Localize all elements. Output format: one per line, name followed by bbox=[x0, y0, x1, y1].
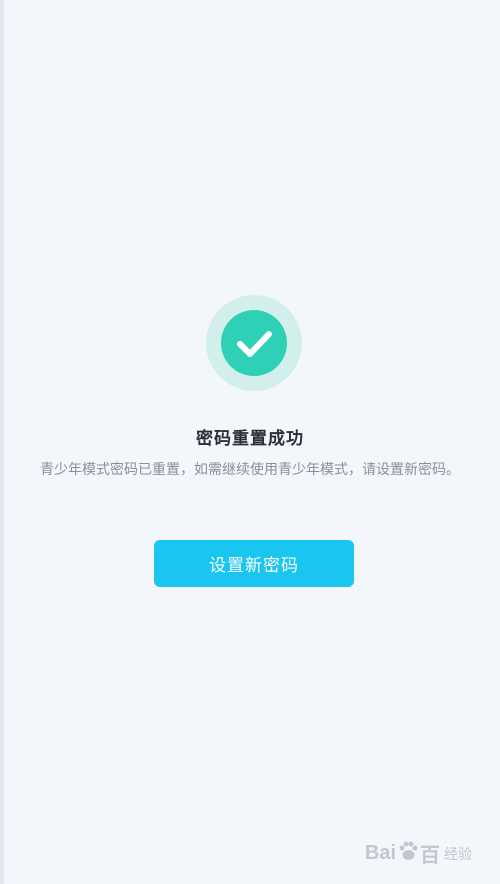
check-circle-icon bbox=[221, 310, 287, 376]
result-title: 密码重置成功 bbox=[196, 429, 304, 449]
password-reset-success-screen: 密码重置成功 青少年模式密码已重置，如需继续使用青少年模式，请设置新密码。 设置… bbox=[0, 0, 500, 884]
watermark-brand-right: 百 bbox=[420, 845, 440, 867]
success-icon-halo bbox=[206, 295, 302, 391]
watermark-sub: 经验 bbox=[444, 845, 472, 862]
baidu-paw-icon bbox=[398, 840, 418, 868]
watermark-brand-left: Bai bbox=[364, 842, 396, 864]
set-new-password-button[interactable]: 设置新密码 bbox=[154, 540, 354, 587]
result-message: 青少年模式密码已重置，如需继续使用青少年模式，请设置新密码。 bbox=[40, 462, 460, 478]
baidu-jingyan-watermark: Bai 百 经验 bbox=[365, 839, 472, 868]
